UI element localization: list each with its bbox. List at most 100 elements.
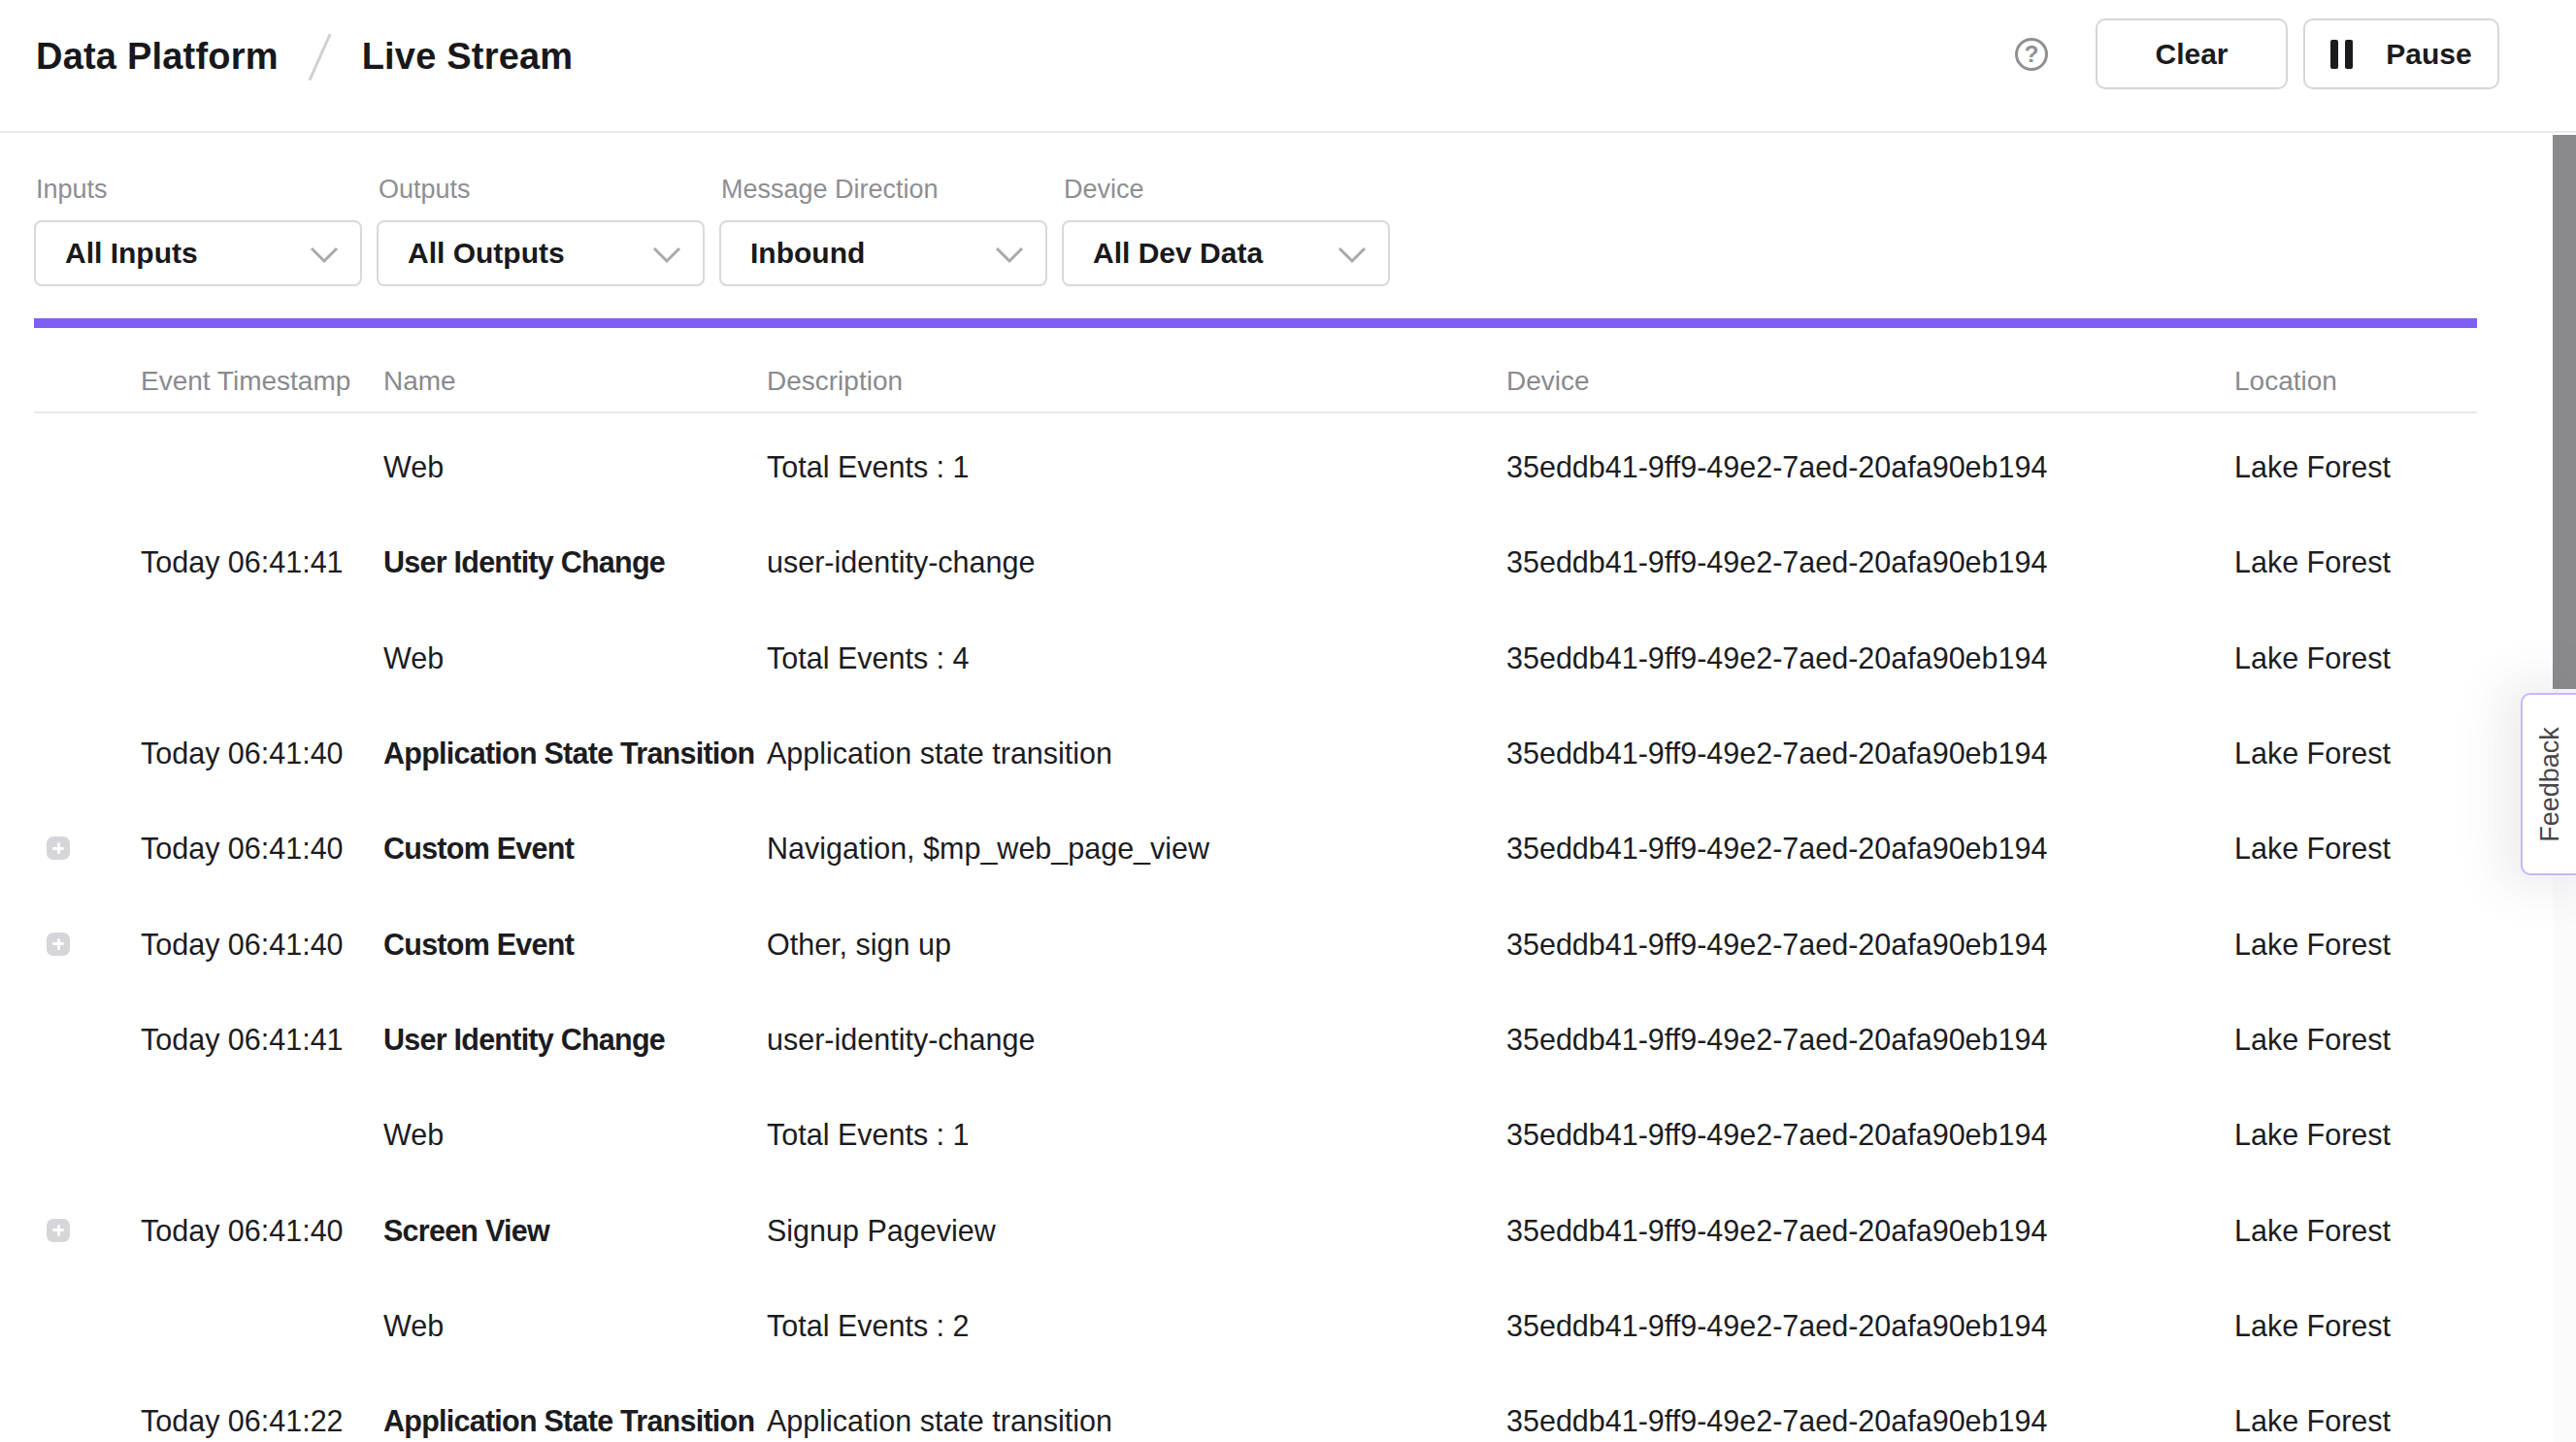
top-bar: Data Platform / Live Stream ? Clear Paus…: [0, 0, 2576, 133]
scrollbar-thumb[interactable]: [2553, 135, 2576, 689]
cell-device: 35eddb41-9ff9-49e2-7aed-20afa90eb194: [1506, 737, 2047, 770]
column-header-device: Device: [1506, 366, 1590, 397]
cell-name: User Identity Change: [383, 1022, 665, 1056]
chevron-down-icon: [310, 246, 339, 264]
cell-event-timestamp: Today 06:41:40: [141, 927, 344, 961]
cell-event-timestamp: Today 06:41:41: [141, 1022, 344, 1056]
cell-location: Lake Forest: [2234, 640, 2391, 674]
cell-event-timestamp: Today 06:41:22: [141, 1437, 344, 1442]
cell-location: Lake Forest: [2234, 1308, 2391, 1342]
chevron-down-icon: [652, 246, 681, 264]
table-row[interactable]: Web Total Events : 4 35eddb41-9ff9-49e2-…: [0, 610, 2576, 705]
table-row[interactable]: Web Total Events : 1 35eddb41-9ff9-49e2-…: [0, 419, 2576, 514]
expand-row-icon[interactable]: [47, 1219, 70, 1242]
table-row[interactable]: Today 06:41:40 Application State Transit…: [0, 705, 2576, 801]
column-header-event-timestamp: Event Timestamp: [141, 366, 350, 397]
cell-location: Lake Forest: [2234, 1437, 2391, 1442]
cell-device: 35eddb41-9ff9-49e2-7aed-20afa90eb194: [1506, 1022, 2047, 1056]
inputs-filter-label: Inputs: [36, 175, 108, 205]
outputs-select-value: All Outputs: [408, 237, 565, 270]
cell-location: Lake Forest: [2234, 1022, 2391, 1056]
table-row[interactable]: Today 06:41:41 User Identity Change user…: [0, 514, 2576, 609]
table-row[interactable]: Today 06:41:41 User Identity Change user…: [0, 992, 2576, 1087]
table-row[interactable]: Web Total Events : 2 35eddb41-9ff9-49e2-…: [0, 1278, 2576, 1373]
table-row[interactable]: Web Total Events : 1 35eddb41-9ff9-49e2-…: [0, 1087, 2576, 1182]
cell-description: Total Events : 1: [767, 450, 970, 484]
message-direction-select-value: Inbound: [750, 237, 865, 270]
cell-device: 35eddb41-9ff9-49e2-7aed-20afa90eb194: [1506, 450, 2047, 484]
cell-device: 35eddb41-9ff9-49e2-7aed-20afa90eb194: [1506, 1118, 2047, 1152]
cell-location: Lake Forest: [2234, 927, 2391, 961]
table-row[interactable]: Today 06:41:40 Custom Event Other, sign …: [0, 896, 2576, 991]
breadcrumb-live-stream: Live Stream: [362, 36, 574, 78]
chevron-down-icon: [1338, 246, 1367, 264]
clear-button-label: Clear: [2155, 38, 2228, 71]
cell-location: Lake Forest: [2234, 1118, 2391, 1152]
expand-row-icon[interactable]: [47, 933, 70, 956]
cell-location: Lake Forest: [2234, 450, 2391, 484]
cell-name: Custom Event: [383, 927, 574, 961]
table-row[interactable]: Today 06:41:40 Custom Event Navigation, …: [0, 801, 2576, 896]
cell-description: Total Events : 4: [767, 640, 970, 674]
cell-location: Lake Forest: [2234, 737, 2391, 770]
cell-location: Lake Forest: [2234, 832, 2391, 866]
message-direction-select[interactable]: Inbound: [719, 220, 1047, 286]
cell-name: Screen View: [383, 1213, 549, 1247]
device-filter-label: Device: [1064, 175, 1144, 205]
cell-description: user-identity-change: [767, 545, 1035, 579]
cell-device: 35eddb41-9ff9-49e2-7aed-20afa90eb194: [1506, 640, 2047, 674]
cell-name: User Identity Change: [383, 545, 665, 579]
column-header-location: Location: [2234, 366, 2337, 397]
message-direction-filter-label: Message Direction: [721, 175, 939, 205]
device-select-value: All Dev Data: [1093, 237, 1263, 270]
cell-event-timestamp: Today 06:41:41: [141, 545, 344, 579]
table-body: Web Total Events : 1 35eddb41-9ff9-49e2-…: [0, 413, 2576, 1442]
accent-bar: [34, 318, 2477, 328]
cell-event-timestamp: Today 06:41:40: [141, 1213, 344, 1247]
cell-name: Custom Event: [383, 832, 574, 866]
column-header-name: Name: [383, 366, 456, 397]
cell-event-timestamp: Today 06:41:40: [141, 832, 344, 866]
cell-device: 35eddb41-9ff9-49e2-7aed-20afa90eb194: [1506, 832, 2047, 866]
table-row-partial: Today 06:41:22 Application State Transit…: [0, 1406, 2576, 1442]
outputs-select[interactable]: All Outputs: [377, 220, 705, 286]
feedback-tab-label: Feedback: [2535, 727, 2565, 842]
breadcrumb-data-platform[interactable]: Data Platform: [36, 36, 279, 78]
cell-name: Web: [383, 1118, 444, 1152]
cell-event-timestamp: Today 06:41:40: [141, 737, 344, 770]
cell-name: Application State Transition: [383, 737, 754, 770]
cell-location: Lake Forest: [2234, 1213, 2391, 1247]
pause-button[interactable]: Pause: [2303, 18, 2499, 89]
cell-name: Web: [383, 450, 444, 484]
breadcrumb: Data Platform / Live Stream: [36, 0, 573, 114]
cell-device: 35eddb41-9ff9-49e2-7aed-20afa90eb194: [1506, 1437, 2047, 1442]
cell-device: 35eddb41-9ff9-49e2-7aed-20afa90eb194: [1506, 545, 2047, 579]
inputs-select[interactable]: All Inputs: [34, 220, 362, 286]
cell-device: 35eddb41-9ff9-49e2-7aed-20afa90eb194: [1506, 927, 2047, 961]
cell-description: Application state transition: [767, 1437, 1112, 1442]
cell-description: Total Events : 1: [767, 1118, 970, 1152]
cell-description: Total Events : 2: [767, 1308, 970, 1342]
cell-name: Web: [383, 1308, 444, 1342]
cell-device: 35eddb41-9ff9-49e2-7aed-20afa90eb194: [1506, 1213, 2047, 1247]
cell-device: 35eddb41-9ff9-49e2-7aed-20afa90eb194: [1506, 1308, 2047, 1342]
cell-description: Signup Pageview: [767, 1213, 996, 1247]
expand-row-icon[interactable]: [47, 836, 70, 860]
help-icon[interactable]: ?: [2015, 38, 2048, 71]
chevron-down-icon: [995, 246, 1024, 264]
cell-name: Web: [383, 640, 444, 674]
inputs-select-value: All Inputs: [65, 237, 198, 270]
device-select[interactable]: All Dev Data: [1062, 220, 1390, 286]
cell-description: Application state transition: [767, 737, 1112, 770]
clear-button[interactable]: Clear: [2096, 18, 2288, 89]
cell-name: Application State Transition: [383, 1437, 754, 1442]
pause-icon: [2330, 40, 2353, 69]
cell-description: Other, sign up: [767, 927, 951, 961]
outputs-filter-label: Outputs: [379, 175, 471, 205]
table-row[interactable]: Today 06:41:40 Screen View Signup Pagevi…: [0, 1182, 2576, 1277]
cell-description: user-identity-change: [767, 1022, 1035, 1056]
cell-location: Lake Forest: [2234, 545, 2391, 579]
breadcrumb-separator: /: [308, 28, 333, 86]
feedback-tab[interactable]: Feedback: [2521, 693, 2576, 875]
column-header-description: Description: [767, 366, 903, 397]
